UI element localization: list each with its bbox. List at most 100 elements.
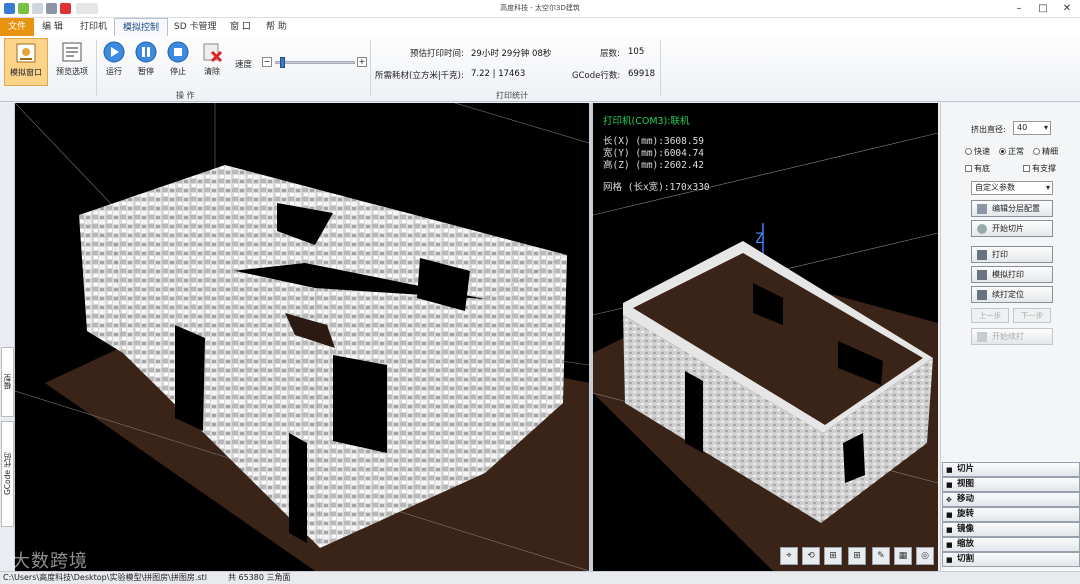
next-step-button[interactable]: 下一步 bbox=[1013, 308, 1051, 323]
tab-file[interactable]: 文件 bbox=[0, 18, 35, 36]
tab-simulation-control[interactable]: 模拟控制 bbox=[114, 18, 169, 36]
view-icon: ■ bbox=[946, 481, 953, 489]
view-zoom-out-icon[interactable]: ⊞ bbox=[848, 547, 866, 565]
tab-edit[interactable]: 编 辑 bbox=[34, 18, 71, 36]
accordion-rotate[interactable]: ■ 旋转 bbox=[942, 507, 1080, 522]
left-tab-strip: 模型 GCode 代码 bbox=[0, 103, 15, 571]
left-3d-viewport[interactable] bbox=[15, 103, 589, 571]
start-slice-button[interactable]: 开始切片 bbox=[971, 220, 1053, 237]
material-value: 7.22 | 17463 bbox=[471, 69, 526, 79]
print-icon bbox=[977, 250, 987, 260]
edit-layers-icon bbox=[977, 204, 987, 214]
run-button[interactable]: 运行 bbox=[100, 38, 128, 86]
watermark: 大数跨境 bbox=[12, 551, 88, 572]
support-checkbox[interactable] bbox=[1023, 165, 1030, 172]
tab-help[interactable]: 帮 助 bbox=[258, 18, 295, 36]
tab-model[interactable]: 模型 bbox=[1, 347, 14, 417]
tab-sd-card[interactable]: SD 卡管理 bbox=[166, 18, 225, 36]
layers-value: 105 bbox=[628, 47, 645, 57]
print-button[interactable]: 打印 bbox=[971, 246, 1053, 263]
simulate-print-icon bbox=[977, 270, 987, 280]
mode-normal-radio[interactable] bbox=[999, 148, 1006, 155]
maximize-button[interactable]: □ bbox=[1036, 2, 1050, 16]
mode-fast-radio[interactable] bbox=[965, 148, 972, 155]
view-center-icon[interactable]: ◎ bbox=[916, 547, 934, 565]
view-reset-icon[interactable]: ⌖ bbox=[780, 547, 798, 565]
printer-connection-status: 打印机(COM3):联机 bbox=[603, 116, 690, 127]
rotate-icon: ■ bbox=[946, 511, 953, 519]
simulate-print-label: 模拟打印 bbox=[992, 270, 1024, 279]
mode-fine-radio[interactable] bbox=[1033, 148, 1040, 155]
simulate-window-label: 模拟窗口 bbox=[10, 68, 42, 77]
accordion-scale[interactable]: ■ 缩放 bbox=[942, 537, 1080, 552]
speed-slider-thumb[interactable] bbox=[279, 57, 285, 68]
accordion-move-label: 移动 bbox=[957, 494, 975, 504]
prev-step-button[interactable]: 上一步 bbox=[971, 308, 1009, 323]
simulate-print-button[interactable]: 模拟打印 bbox=[971, 266, 1053, 283]
extrude-diameter-label: 挤出直径: bbox=[971, 125, 1006, 134]
cut-icon: ■ bbox=[946, 556, 953, 564]
accordion-rotate-label: 旋转 bbox=[957, 509, 975, 519]
bottom-label: 有底 bbox=[974, 164, 990, 173]
preview-options-icon bbox=[62, 42, 82, 62]
bottom-option[interactable]: 有底 bbox=[965, 163, 990, 174]
dimension-height: 高(Z) (mm):2602.42 bbox=[603, 160, 705, 171]
scale-icon: ■ bbox=[946, 541, 953, 549]
accordion-slice[interactable]: ■ 切片 bbox=[942, 462, 1080, 477]
minimize-button[interactable]: – bbox=[1012, 2, 1026, 16]
speed-increase-button[interactable]: + bbox=[357, 57, 367, 67]
est-time-label: 预估打印时间: bbox=[410, 49, 464, 59]
support-option[interactable]: 有支撑 bbox=[1023, 163, 1056, 174]
view-grid-icon[interactable]: ▦ bbox=[894, 547, 912, 565]
print-label: 打印 bbox=[992, 250, 1008, 259]
edit-layers-label: 编辑分层配置 bbox=[992, 204, 1040, 213]
custom-params-select[interactable]: 自定义参数 bbox=[971, 181, 1053, 195]
run-label: 运行 bbox=[106, 67, 122, 76]
accordion-mirror[interactable]: ■ 镜像 bbox=[942, 522, 1080, 537]
slice-icon: ■ bbox=[946, 466, 953, 474]
extrude-diameter-select[interactable]: 40 bbox=[1013, 121, 1051, 135]
ribbon-separator bbox=[370, 40, 371, 96]
accordion-view[interactable]: ■ 视图 bbox=[942, 477, 1080, 492]
ribbon-separator bbox=[660, 40, 661, 96]
bottom-checkbox[interactable] bbox=[965, 165, 972, 172]
preview-options-button[interactable]: 预览选项 bbox=[52, 38, 92, 86]
est-time-value: 29小时 29分钟 08秒 bbox=[471, 49, 552, 59]
accordion-cut[interactable]: ■ 切割 bbox=[942, 552, 1080, 567]
resume-position-icon bbox=[977, 290, 987, 300]
accordion-move[interactable]: ✥ 移动 bbox=[942, 492, 1080, 507]
resume-position-button[interactable]: 续打定位 bbox=[971, 286, 1053, 303]
mode-normal-option[interactable]: 正常 bbox=[999, 146, 1024, 157]
stop-button[interactable]: 停止 bbox=[164, 38, 192, 86]
clear-button[interactable]: 清除 bbox=[198, 38, 226, 86]
tab-printer[interactable]: 打印机 bbox=[72, 18, 115, 36]
accordion-slice-label: 切片 bbox=[957, 464, 975, 474]
speed-slider[interactable] bbox=[275, 57, 355, 68]
simulate-window-icon bbox=[16, 43, 36, 63]
tab-gcode[interactable]: GCode 代码 bbox=[1, 421, 14, 527]
start-resume-button[interactable]: 开始续打 bbox=[971, 328, 1053, 345]
simulate-window-button[interactable]: 模拟窗口 bbox=[4, 38, 48, 86]
view-zoom-in-icon[interactable]: ⊞ bbox=[824, 547, 842, 565]
start-slice-icon bbox=[977, 224, 987, 234]
gcode-lines-label: GCode行数: bbox=[572, 71, 621, 81]
view-edit-icon[interactable]: ✎ bbox=[872, 547, 890, 565]
view-rotate-icon[interactable]: ⟲ bbox=[802, 547, 820, 565]
accordion-view-label: 视图 bbox=[957, 479, 975, 489]
title-bar: 高度科技 - 太空尔3D建筑 – □ ✕ bbox=[0, 0, 1080, 18]
left-model-render bbox=[15, 103, 589, 571]
material-label: 所需耗材(立方米|千克): bbox=[375, 71, 464, 81]
mode-fast-option[interactable]: 快速 bbox=[965, 146, 990, 157]
speed-decrease-button[interactable]: − bbox=[262, 57, 272, 67]
edit-layers-button[interactable]: 编辑分层配置 bbox=[971, 200, 1053, 217]
pause-label: 暂停 bbox=[138, 67, 154, 76]
speed-label: 速度 bbox=[235, 60, 253, 70]
right-3d-viewport[interactable]: 打印机(COM3):联机 长(X) (mm):3608.59 宽(Y) (mm)… bbox=[593, 103, 938, 571]
close-button[interactable]: ✕ bbox=[1060, 2, 1074, 16]
axis-z-label: Z bbox=[755, 231, 764, 247]
pause-button[interactable]: 暂停 bbox=[132, 38, 160, 86]
right-model-render bbox=[593, 132, 938, 571]
start-resume-icon bbox=[977, 332, 987, 342]
mode-fine-option[interactable]: 精细 bbox=[1033, 146, 1058, 157]
tab-window[interactable]: 窗 口 bbox=[222, 18, 259, 36]
